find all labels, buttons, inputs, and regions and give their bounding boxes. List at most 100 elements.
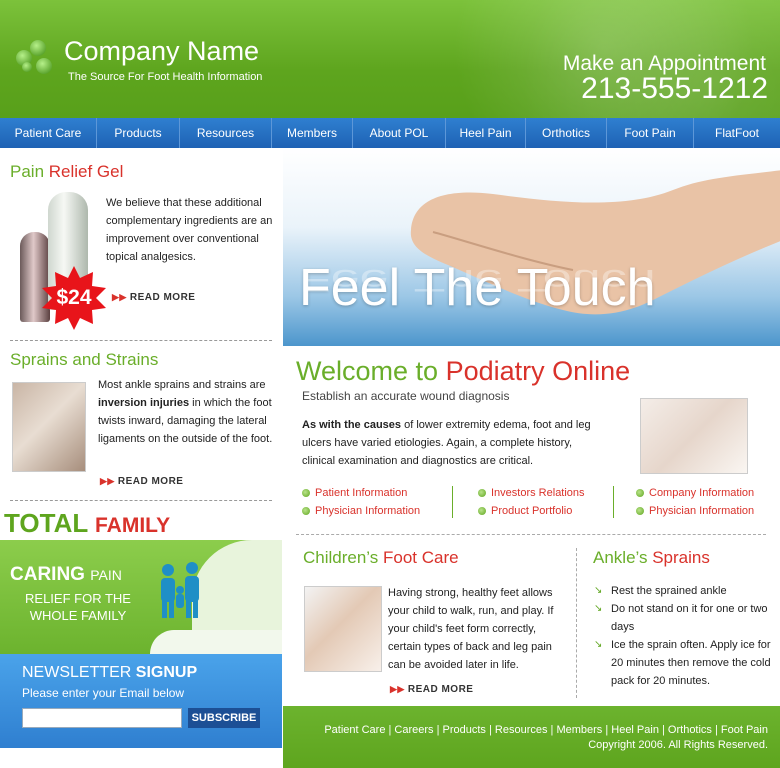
- subscribe-button[interactable]: SUBSCRIBE: [188, 708, 260, 728]
- welcome-title-b: Podiatry Online: [445, 356, 631, 386]
- left-sidebar: Pain Relief Gel $24 We believe that thes…: [0, 148, 282, 768]
- company-tagline: The Source For Foot Health Information: [68, 71, 263, 83]
- bullet-icon: [302, 507, 310, 516]
- arrow-icon: ↘: [594, 603, 603, 614]
- ankle-title-a: Ankle’s: [593, 548, 653, 567]
- nav-products[interactable]: Products: [97, 118, 180, 148]
- nav-foot-pain[interactable]: Foot Pain: [607, 118, 694, 148]
- price-badge: $24: [42, 266, 106, 330]
- footer-links[interactable]: Patient Care | Careers | Products | Reso…: [324, 724, 768, 736]
- bullet-icon: [636, 507, 644, 516]
- total-label: TOTAL: [4, 508, 88, 538]
- link-separator: [613, 486, 614, 518]
- nav-heel-pain[interactable]: Heel Pain: [446, 118, 526, 148]
- pain-gel-text: We believe that these additional complem…: [106, 197, 273, 263]
- bullet-icon: [478, 489, 486, 498]
- bullet-icon: [636, 489, 644, 498]
- caring-banner[interactable]: CARING PAIN RELIEF FOR THE WHOLE FAMILY: [0, 540, 282, 654]
- children-title-a: Children’s: [303, 548, 384, 567]
- links-col-3: Company Information Physician Informatio…: [636, 484, 754, 520]
- company-name[interactable]: Company Name: [64, 36, 259, 67]
- link-company-information[interactable]: Company Information: [636, 484, 754, 502]
- intro-bold: As with the causes: [302, 419, 402, 431]
- link-physician-information-2[interactable]: Physician Information: [636, 502, 754, 520]
- welcome-title-a: Welcome to: [296, 356, 446, 386]
- ankle-tip: Rest the sprained ankle: [611, 585, 727, 597]
- links-col-2: Investors Relations Product Portfolio: [478, 484, 585, 520]
- copyright: Copyright 2006. All Rights Reserved.: [588, 739, 768, 751]
- arrow-icon: ▶▶: [112, 292, 127, 302]
- list-item: ↘ Ice the sprain often. Apply ice for 20 …: [594, 636, 774, 690]
- pain-gel-readmore[interactable]: ▶▶ READ MORE: [112, 292, 195, 303]
- pain-gel-title-b: Relief Gel: [48, 162, 124, 181]
- divider: [576, 548, 577, 698]
- sprains-title: Sprains and Strains: [10, 350, 159, 369]
- left-bottom-spacer: [0, 748, 283, 768]
- sprains-readmore[interactable]: ▶▶ READ MORE: [100, 476, 183, 487]
- link-investors-relations[interactable]: Investors Relations: [478, 484, 585, 502]
- price-text: $24: [56, 286, 92, 309]
- family-icon: [161, 562, 199, 618]
- phone-number: 213-555-1212: [581, 72, 768, 105]
- arrow-icon: ▶▶: [390, 684, 405, 694]
- newsletter-signup: NEWSLETTER SIGNUP Please enter your Emai…: [0, 654, 282, 748]
- children-readmore-label: READ MORE: [407, 684, 474, 695]
- link-product-portfolio[interactable]: Product Portfolio: [478, 502, 585, 520]
- children-title-b: Foot Care: [383, 548, 459, 567]
- divider: [10, 340, 272, 341]
- company-logo-icon[interactable]: [16, 40, 56, 80]
- pain-gel-title-a: Pain: [10, 162, 49, 181]
- link-label: Physician Information: [315, 505, 421, 517]
- ankle-title-b: Sprains: [652, 548, 710, 567]
- pain-word: PAIN: [90, 567, 122, 583]
- children-readmore[interactable]: ▶▶ READ MORE: [390, 684, 473, 695]
- bandaged-foot-photo[interactable]: [640, 398, 748, 474]
- nav-patient-care[interactable]: Patient Care: [0, 118, 97, 148]
- welcome-subtitle: Establish an accurate wound diagnosis: [302, 389, 510, 403]
- main-nav: Patient Care Products Resources Members …: [0, 118, 780, 148]
- pain-gel-title: Pain Relief Gel: [10, 162, 123, 182]
- caring-subtitle: RELIEF FOR THE WHOLE FAMILY: [25, 591, 131, 623]
- ankle-tips-list: ↘ Rest the sprained ankle ↘ Do not stand o…: [594, 582, 774, 690]
- arrow-icon: ↘: [594, 585, 603, 596]
- welcome-heading: Welcome to Podiatry Online: [296, 356, 630, 387]
- hero-title-reflection: Feel The Touch: [299, 262, 656, 298]
- arrow-icon: ↘: [594, 639, 603, 650]
- nav-orthotics[interactable]: Orthotics: [526, 118, 607, 148]
- ankle-tip: Ice the sprain often. Apply ice for 20 m…: [611, 639, 771, 687]
- link-label: Patient Information: [315, 487, 408, 499]
- site-header: Company Name The Source For Foot Health …: [0, 0, 780, 118]
- list-item: ↘ Do not stand on it for one or two days: [594, 600, 774, 636]
- children-foot-care-title: Children’s Foot Care: [303, 548, 459, 568]
- arrow-icon: ▶▶: [100, 476, 115, 486]
- link-label: Company Information: [649, 487, 755, 499]
- newsletter-subtitle: Please enter your Email below: [22, 686, 185, 700]
- link-patient-information[interactable]: Patient Information: [302, 484, 420, 502]
- newsletter-title: NEWSLETTER SIGNUP: [22, 664, 197, 682]
- ankle-sprains-title: Ankle’s Sprains: [593, 548, 710, 568]
- links-col-1: Patient Information Physician Informatio…: [302, 484, 420, 520]
- link-label: Investors Relations: [491, 487, 585, 499]
- link-physician-information[interactable]: Physician Information: [302, 502, 420, 520]
- list-item: ↘ Rest the sprained ankle: [594, 582, 774, 600]
- email-input[interactable]: [22, 708, 182, 728]
- nav-about-pol[interactable]: About POL: [353, 118, 446, 148]
- sprains-text: Most ankle sprains and strains are inver…: [98, 376, 274, 448]
- sprain-photo[interactable]: [12, 382, 86, 472]
- bullet-icon: [302, 489, 310, 498]
- nav-members[interactable]: Members: [272, 118, 353, 148]
- newsletter-title-a: NEWSLETTER: [22, 664, 136, 681]
- link-label: Product Portfolio: [491, 505, 573, 517]
- nav-flatfoot[interactable]: FlatFoot: [694, 118, 780, 148]
- welcome-intro: As with the causes of lower extremity ed…: [302, 416, 598, 470]
- divider: [10, 500, 272, 501]
- sprains-text-a: Most ankle sprains and strains are: [98, 379, 266, 391]
- divider: [296, 534, 766, 535]
- link-label: Physician Information: [649, 505, 755, 517]
- banner-curve-base: [150, 630, 282, 654]
- sprains-text-bold: inversion injuries: [98, 397, 190, 409]
- child-foot-photo[interactable]: [304, 586, 382, 672]
- nav-resources[interactable]: Resources: [180, 118, 272, 148]
- caring-word: CARING: [10, 564, 85, 585]
- children-text: Having strong, healthy feet allows your …: [388, 587, 554, 671]
